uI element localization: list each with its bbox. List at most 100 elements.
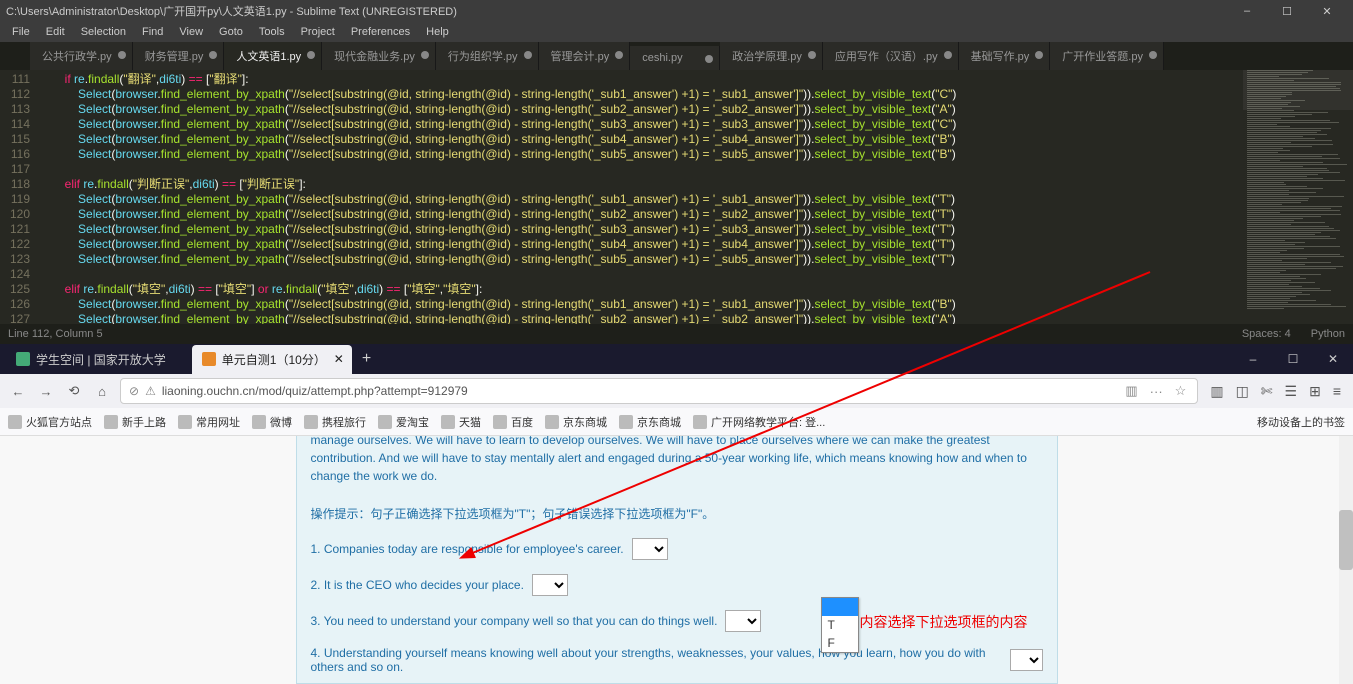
maximize-button[interactable]: ☐: [1273, 352, 1313, 366]
line-number: 127: [0, 312, 30, 324]
mobile-bookmarks[interactable]: 移动设备上的书签: [1257, 414, 1345, 430]
bookmark-label: 京东商城: [637, 414, 681, 430]
editor-tab[interactable]: 财务管理.py: [133, 42, 225, 70]
dropdown-option-f[interactable]: F: [822, 634, 858, 652]
bookmark-item[interactable]: 火狐官方站点: [8, 414, 92, 430]
maximize-button[interactable]: ☐: [1267, 5, 1307, 18]
modified-indicator-icon: [307, 51, 315, 59]
star-icon[interactable]: ☆: [1172, 383, 1190, 399]
bookmark-item[interactable]: 常用网址: [178, 414, 240, 430]
menu-bar: File Edit Selection Find View Goto Tools…: [0, 22, 1353, 42]
bookmark-item[interactable]: 广开网络教学平台: 登...: [693, 414, 825, 430]
menu-tools[interactable]: Tools: [251, 24, 293, 40]
sync-icon[interactable]: ☰: [1285, 383, 1298, 400]
modified-indicator-icon: [808, 51, 816, 59]
answer-select-1[interactable]: [632, 538, 668, 560]
menu-view[interactable]: View: [171, 24, 211, 40]
menu-selection[interactable]: Selection: [73, 24, 134, 40]
bookmark-favicon-icon: [545, 415, 559, 429]
line-number: 114: [0, 117, 30, 132]
back-button[interactable]: ←: [8, 384, 28, 399]
answer-select-2[interactable]: [532, 574, 568, 596]
menu-help[interactable]: Help: [418, 24, 457, 40]
library-icon[interactable]: ▥: [1210, 383, 1223, 400]
home-button[interactable]: ⌂: [92, 384, 112, 399]
bookmark-item[interactable]: 天猫: [441, 414, 481, 430]
tab-title: 学生空间 | 国家开放大学: [36, 351, 166, 368]
modified-indicator-icon: [705, 55, 713, 63]
line-number: 121: [0, 222, 30, 237]
scrollbar-thumb[interactable]: [1339, 510, 1353, 570]
bookmark-item[interactable]: 京东商城: [545, 414, 607, 430]
bookmark-label: 天猫: [459, 414, 481, 430]
editor-tab[interactable]: 行为组织学.py: [436, 42, 539, 70]
minimap[interactable]: [1243, 70, 1353, 324]
reload-button[interactable]: ⟲: [64, 383, 84, 399]
menu-goto[interactable]: Goto: [211, 24, 251, 40]
hint-text: 操作提示：句子正确选择下拉选项框为"T"；句子错误选择下拉选项框为"F"。: [311, 505, 1043, 522]
menu-icon[interactable]: ≡: [1333, 383, 1341, 400]
minimize-button[interactable]: –: [1227, 5, 1267, 17]
editor-tab[interactable]: 现代金融业务.py: [322, 42, 436, 70]
bookmark-item[interactable]: 新手上路: [104, 414, 166, 430]
code-area[interactable]: if re.findall("翻译",di6ti) == ["翻译"]: Sel…: [38, 70, 1243, 324]
screenshot-icon[interactable]: ✄: [1261, 383, 1273, 400]
menu-find[interactable]: Find: [134, 24, 171, 40]
sidebar-icon[interactable]: ◫: [1236, 383, 1249, 400]
bookmark-item[interactable]: 百度: [493, 414, 533, 430]
editor-tab[interactable]: 政治学原理.py: [720, 42, 823, 70]
bookmark-item[interactable]: 爱淘宝: [378, 414, 429, 430]
menu-project[interactable]: Project: [293, 24, 343, 40]
editor-tab[interactable]: 公共行政学.py: [30, 42, 133, 70]
answer-select-3[interactable]: [725, 610, 761, 632]
line-number: 118: [0, 177, 30, 192]
browser-tabs: 学生空间 | 国家开放大学 单元自测1（10分） ✕ + – ☐ ✕: [0, 344, 1353, 374]
menu-edit[interactable]: Edit: [38, 24, 73, 40]
dropdown-blank-option[interactable]: [822, 598, 858, 616]
browser-tab-0[interactable]: 学生空间 | 国家开放大学: [6, 345, 192, 374]
page-scrollbar[interactable]: [1339, 436, 1353, 684]
modified-indicator-icon: [944, 51, 952, 59]
bookmark-item[interactable]: 携程旅行: [304, 414, 366, 430]
tab-title: 单元自测1（10分）: [222, 351, 326, 368]
address-bar[interactable]: ⊘ ⚠ liaoning.ouchn.cn/mod/quiz/attempt.p…: [120, 378, 1198, 404]
editor-tab[interactable]: 应用写作（汉语）.py: [823, 42, 959, 70]
shield-icon: ⊘: [129, 384, 139, 398]
editor-tab[interactable]: 管理会计.py: [539, 42, 631, 70]
question-text: 4. Understanding yourself means knowing …: [311, 646, 1003, 674]
close-button[interactable]: ✕: [1307, 5, 1347, 18]
status-lang[interactable]: Python: [1311, 328, 1345, 340]
favicon-icon: [16, 352, 30, 366]
dropdown-open[interactable]: T F: [821, 597, 859, 653]
new-tab-button[interactable]: +: [352, 350, 381, 368]
dots-icon[interactable]: ···: [1147, 384, 1166, 399]
answer-select-4[interactable]: [1010, 649, 1042, 671]
line-number: 122: [0, 237, 30, 252]
menu-file[interactable]: File: [4, 24, 38, 40]
extension-icon[interactable]: ⊞: [1309, 383, 1321, 400]
editor-tab[interactable]: 广开作业答题.py: [1050, 42, 1164, 70]
close-button[interactable]: ✕: [1313, 352, 1353, 366]
modified-indicator-icon: [209, 51, 217, 59]
minimize-button[interactable]: –: [1233, 352, 1273, 366]
bookmark-item[interactable]: 微博: [252, 414, 292, 430]
forward-button[interactable]: →: [36, 384, 56, 399]
sublime-text-window: C:\Users\Administrator\Desktop\广开国开py\人文…: [0, 0, 1353, 344]
reader-icon[interactable]: ▥: [1122, 383, 1140, 399]
question-2: 2. It is the CEO who decides your place.: [311, 574, 1043, 596]
dropdown-option-t[interactable]: T: [822, 616, 858, 634]
editor-tab[interactable]: 人文英语1.py: [224, 42, 322, 70]
close-tab-icon[interactable]: ✕: [334, 352, 344, 366]
editor-tabs: 公共行政学.py财务管理.py人文英语1.py现代金融业务.py行为组织学.py…: [0, 42, 1353, 70]
line-number: 115: [0, 132, 30, 147]
status-spaces[interactable]: Spaces: 4: [1242, 328, 1291, 340]
browser-toolbar: ← → ⟲ ⌂ ⊘ ⚠ liaoning.ouchn.cn/mod/quiz/a…: [0, 374, 1353, 408]
editor-tab[interactable]: ceshi.py: [630, 46, 720, 70]
menu-preferences[interactable]: Preferences: [343, 24, 418, 40]
bookmark-label: 京东商城: [563, 414, 607, 430]
line-number: 120: [0, 207, 30, 222]
editor-tab[interactable]: 基础写作.py: [959, 42, 1051, 70]
browser-tab-1[interactable]: 单元自测1（10分） ✕: [192, 345, 352, 374]
bookmark-item[interactable]: 京东商城: [619, 414, 681, 430]
bookmark-favicon-icon: [441, 415, 455, 429]
